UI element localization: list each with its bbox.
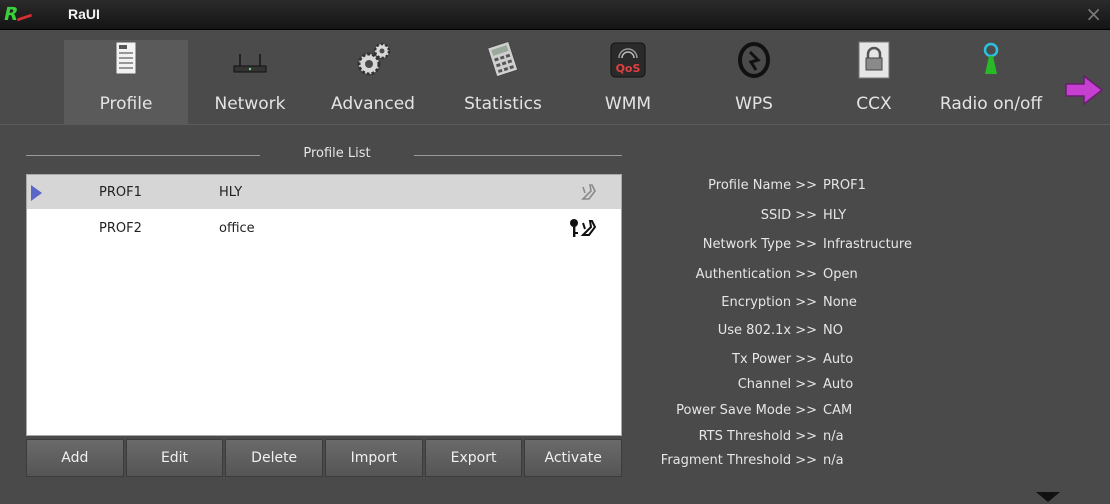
profile-list[interactable]: PROF1 HLY PROF2 office: [26, 174, 622, 436]
detail-use-8021x: Use 802.1x >> NO: [640, 323, 1100, 341]
close-button[interactable]: ×: [1085, 3, 1102, 25]
detail-value: NO: [823, 323, 843, 338]
window-title: RaUI: [68, 6, 100, 22]
toolbar-ccx-button[interactable]: CCX: [836, 40, 912, 125]
arrow-right-icon: [1064, 74, 1104, 110]
delete-button[interactable]: Delete: [225, 439, 324, 477]
detail-key: RTS Threshold >>: [698, 429, 817, 444]
profile-status-icons: [559, 181, 599, 203]
wps-icon: [734, 40, 774, 80]
detail-value: Open: [823, 267, 858, 282]
profile-status-icons: [559, 217, 599, 239]
hand-icon: [581, 184, 596, 200]
detail-network-type: Network Type >> Infrastructure: [640, 237, 1100, 255]
toolbar-label: Advanced: [331, 94, 415, 114]
toolbar-label: Radio on/off: [939, 94, 1043, 114]
detail-ssid: SSID >> HLY: [640, 208, 1100, 226]
detail-key: SSID >>: [760, 208, 817, 223]
svg-text:QoS: QoS: [616, 62, 641, 75]
hand-icon: [580, 220, 597, 236]
detail-value: PROF1: [823, 178, 866, 193]
detail-key: Encryption >>: [721, 295, 817, 310]
antenna-icon: [971, 40, 1011, 80]
detail-key: Use 802.1x >>: [717, 323, 817, 338]
toolbar-wps-button[interactable]: WPS: [716, 40, 792, 125]
detail-key: Profile Name >>: [708, 178, 817, 193]
detail-value: Auto: [823, 352, 854, 367]
notepad-icon: [106, 40, 146, 80]
toolbar-label: CCX: [856, 94, 892, 114]
detail-key: Authentication >>: [695, 267, 817, 282]
toolbar-label: Profile: [99, 94, 153, 114]
detail-value: n/a: [823, 453, 844, 468]
toolbar-profile-button[interactable]: Profile: [64, 40, 188, 125]
profile-list-header: Profile List: [26, 146, 622, 166]
profile-name: PROF2: [99, 221, 142, 236]
toolbar-label: Statistics: [464, 94, 542, 114]
title-bar: R RaUI ×: [0, 0, 1110, 30]
import-button[interactable]: Import: [325, 439, 423, 477]
profile-list-title: Profile List: [303, 146, 371, 161]
app-logo: R: [2, 4, 45, 26]
profile-row[interactable]: PROF2 office: [27, 211, 621, 245]
divider: [414, 155, 622, 156]
profile-ssid: HLY: [219, 185, 243, 200]
detail-key: Network Type >>: [702, 237, 817, 252]
activate-button[interactable]: Activate: [524, 439, 623, 477]
toolbar-wmm-button[interactable]: QoS WMM: [586, 40, 670, 125]
detail-key: Fragment Threshold >>: [660, 453, 817, 468]
detail-channel: Channel >> Auto: [640, 377, 1100, 395]
detail-profile-name: Profile Name >> PROF1: [640, 178, 1100, 196]
toolbar-label: WPS: [735, 94, 773, 114]
edit-button[interactable]: Edit: [125, 439, 224, 477]
detail-power-save-mode: Power Save Mode >> CAM: [640, 403, 1100, 421]
profile-ssid: office: [219, 221, 255, 236]
toolbar-label: Network: [214, 94, 286, 114]
profile-actions: Add Edit Delete Import Export Activate: [26, 439, 623, 477]
detail-key: Power Save Mode >>: [676, 403, 817, 418]
scroll-down-icon[interactable]: [1036, 492, 1060, 502]
router-icon: [230, 40, 270, 80]
main-toolbar: Profile Network Advanced Statistics QoS …: [0, 30, 1110, 125]
qos-icon: QoS: [608, 40, 648, 80]
toolbar-advanced-button[interactable]: Advanced: [318, 40, 428, 125]
detail-fragment-threshold: Fragment Threshold >> n/a: [640, 453, 1100, 471]
detail-rts-threshold: RTS Threshold >> n/a: [640, 429, 1100, 447]
detail-value: CAM: [823, 403, 853, 418]
calculator-icon: [483, 40, 523, 80]
detail-value: Auto: [823, 377, 854, 392]
detail-tx-power: Tx Power >> Auto: [640, 352, 1100, 370]
toolbar-radio-button[interactable]: Radio on/off: [936, 40, 1046, 125]
export-button[interactable]: Export: [424, 439, 523, 477]
detail-key: Channel >>: [737, 377, 817, 392]
toolbar-next-button[interactable]: [1064, 74, 1104, 106]
content-area: Profile List PROF1 HLY PROF2 office Add …: [0, 126, 1110, 504]
profile-name: PROF1: [99, 185, 142, 200]
toolbar-label: WMM: [604, 94, 652, 114]
gears-icon: [353, 40, 393, 80]
detail-authentication: Authentication >> Open: [640, 267, 1100, 285]
detail-value: Infrastructure: [823, 237, 912, 252]
detail-value: None: [823, 295, 857, 310]
detail-value: n/a: [823, 429, 844, 444]
toolbar-statistics-button[interactable]: Statistics: [450, 40, 556, 125]
selection-arrow-icon: [31, 185, 42, 201]
toolbar-network-button[interactable]: Network: [200, 40, 300, 125]
detail-key: Tx Power >>: [732, 352, 817, 367]
divider: [26, 155, 260, 156]
detail-encryption: Encryption >> None: [640, 295, 1100, 313]
profile-row[interactable]: PROF1 HLY: [27, 175, 621, 209]
add-button[interactable]: Add: [26, 439, 124, 477]
ccx-lock-icon: [854, 40, 894, 80]
detail-value: HLY: [823, 208, 847, 223]
